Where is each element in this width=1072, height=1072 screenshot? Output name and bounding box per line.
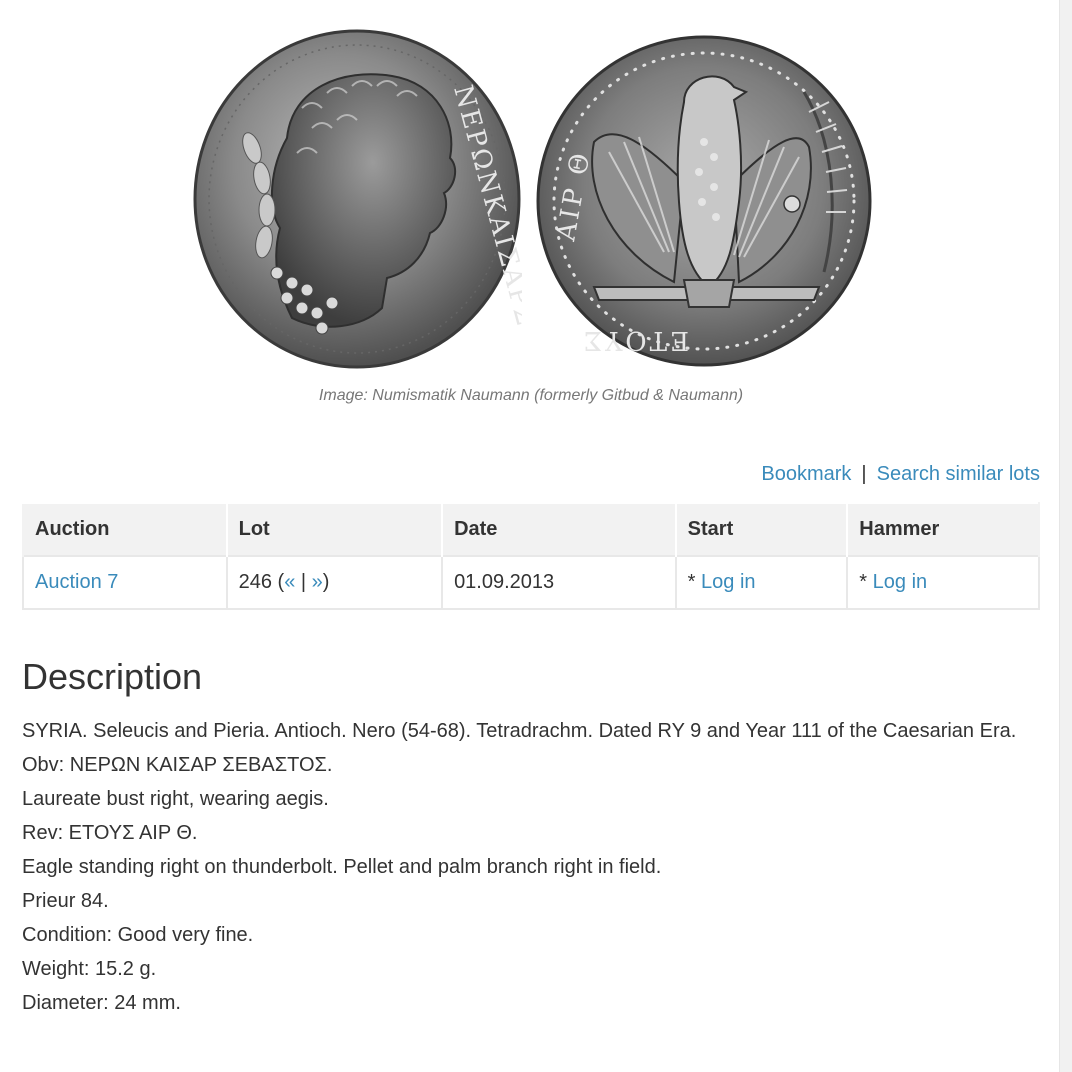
lot-number: 246 ( — [238, 571, 285, 593]
search-similar-lots-link[interactable]: Search similar lots — [877, 463, 1040, 485]
actions-separator: | — [861, 463, 867, 485]
description-line: Obv: ΝΕΡΩΝ ΚΑΙΣΑΡ ΣΕΒΑΣΤΟΣ. — [22, 754, 333, 776]
hammer-login-link[interactable]: Log in — [873, 571, 928, 593]
auction-cell: Auction 7 — [22, 555, 228, 610]
coin-reverse-graphic: ΑΙΡ Θ ΕΤΟΥΣ — [536, 35, 872, 367]
hammer-asterisk: * — [859, 571, 873, 593]
date-cell: 01.09.2013 — [441, 555, 677, 610]
lot-actions: Bookmark | Search similar lots — [761, 463, 1040, 486]
description-body: SYRIA. Seleucis and Pieria. Antioch. Ner… — [22, 714, 1040, 1020]
table-header-row: Auction Lot Date Start Hammer — [22, 502, 1040, 556]
column-header-lot: Lot — [225, 502, 444, 556]
next-lot-link[interactable]: » — [312, 571, 323, 593]
previous-lot-link[interactable]: « — [284, 571, 295, 593]
description-line: Prieur 84. — [22, 890, 109, 912]
description-line: Eagle standing right on thunderbolt. Pel… — [22, 856, 662, 878]
description-line: Laureate bust right, wearing aegis. — [22, 788, 329, 810]
reverse-legend-bottom: ΕΤΟΥΣ — [581, 325, 689, 355]
coin-image[interactable]: ΝΕΡΩΝΚΑΙΣΑΡΣ ΑΙΡ Θ ΕΤΟΥΣ Image: Numismat… — [22, 0, 1040, 420]
column-header-date: Date — [441, 502, 677, 556]
coin-obverse-image[interactable]: ΝΕΡΩΝΚΑΙΣΑΡΣ — [192, 28, 522, 370]
column-header-hammer: Hammer — [846, 502, 1040, 556]
column-header-auction: Auction — [22, 502, 228, 556]
lot-content: ΝΕΡΩΝΚΑΙΣΑΡΣ ΑΙΡ Θ ΕΤΟΥΣ Image: Numismat… — [22, 0, 1040, 1014]
page-scrollbar[interactable] — [1059, 0, 1072, 1072]
page: ΝΕΡΩΝΚΑΙΣΑΡΣ ΑΙΡ Θ ΕΤΟΥΣ Image: Numismat… — [0, 0, 1072, 1072]
coin-reverse-image[interactable]: ΑΙΡ Θ ΕΤΟΥΣ — [534, 32, 874, 370]
description-line: Diameter: 24 mm. — [22, 992, 181, 1014]
lot-cell: 246 (« | ») — [225, 555, 444, 610]
table-row: Auction 7 246 (« | ») 01.09.2013 * Log i… — [22, 555, 1040, 610]
description-line: SYRIA. Seleucis and Pieria. Antioch. Ner… — [22, 720, 1017, 742]
bookmark-link[interactable]: Bookmark — [761, 463, 851, 485]
lot-info-table: Auction Lot Date Start Hammer Auction 7 … — [22, 502, 1040, 610]
coin-obverse-graphic: ΝΕΡΩΝΚΑΙΣΑΡΣ — [193, 29, 522, 369]
start-asterisk: * — [687, 571, 702, 593]
image-caption: Image: Numismatik Naumann (formerly Gitb… — [318, 387, 744, 404]
hammer-cell: * Log in — [846, 555, 1040, 610]
description-line: Condition: Good very fine. — [22, 924, 254, 946]
lot-close-paren: ) — [322, 571, 330, 593]
auction-link[interactable]: Auction 7 — [35, 571, 118, 593]
start-login-link[interactable]: Log in — [701, 571, 756, 593]
column-header-start: Start — [674, 502, 849, 556]
description-line: Rev: ΕΤΟΥΣ ΑΙΡ Θ. — [22, 822, 198, 844]
description-line: Weight: 15.2 g. — [22, 958, 157, 980]
description-heading: Description — [22, 656, 203, 697]
start-cell: * Log in — [674, 555, 849, 610]
lot-nav-separator: | — [295, 571, 312, 593]
